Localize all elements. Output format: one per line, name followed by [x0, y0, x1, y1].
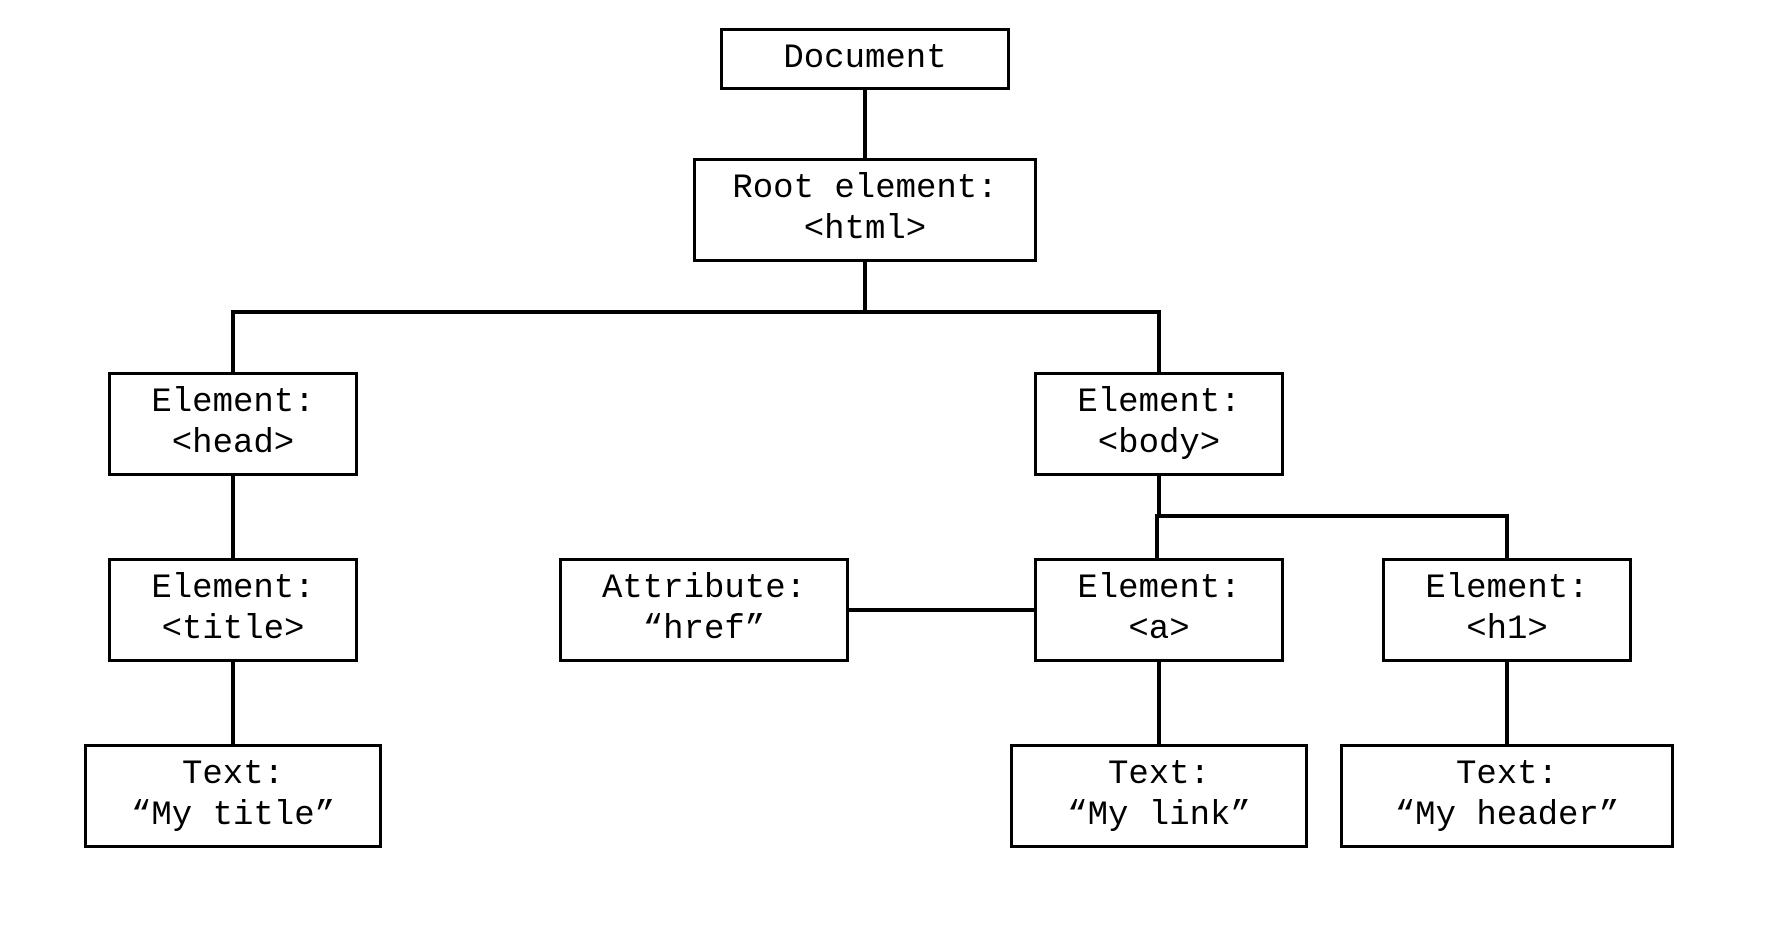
node-text-link-label-1: Text:	[1108, 755, 1210, 796]
node-root-label-1: Root element:	[732, 169, 997, 210]
node-body: Element: <body>	[1034, 372, 1284, 476]
connector	[1155, 514, 1159, 558]
node-h1-label-2: <h1>	[1466, 610, 1548, 651]
node-text-my-title: Text: “My title”	[84, 744, 382, 848]
node-h1: Element: <h1>	[1382, 558, 1632, 662]
node-a-label-2: <a>	[1128, 610, 1189, 651]
node-head: Element: <head>	[108, 372, 358, 476]
connector	[1505, 662, 1509, 744]
node-text-my-header: Text: “My header”	[1340, 744, 1674, 848]
node-text-title-label-2: “My title”	[131, 796, 335, 837]
node-root-html: Root element: <html>	[693, 158, 1037, 262]
node-a: Element: <a>	[1034, 558, 1284, 662]
node-document: Document	[720, 28, 1010, 90]
connector	[863, 90, 867, 158]
node-h1-label-1: Element:	[1425, 569, 1588, 610]
connector	[231, 476, 235, 558]
connector	[849, 608, 1034, 612]
node-attr-label-1: Attribute:	[602, 569, 806, 610]
connector	[1505, 514, 1509, 558]
node-body-label-1: Element:	[1077, 383, 1240, 424]
node-head-label-1: Element:	[151, 383, 314, 424]
connector	[1157, 662, 1161, 744]
node-title-label-2: <title>	[162, 610, 305, 651]
connector	[231, 662, 235, 744]
connector	[1157, 310, 1161, 372]
connector	[231, 310, 235, 372]
node-root-label-2: <html>	[804, 210, 926, 251]
node-text-link-label-2: “My link”	[1067, 796, 1251, 837]
connector	[863, 262, 867, 312]
connector	[1155, 514, 1509, 518]
node-text-header-label-1: Text:	[1456, 755, 1558, 796]
node-attr-label-2: “href”	[643, 610, 765, 651]
node-body-label-2: <body>	[1098, 424, 1220, 465]
connector	[1157, 476, 1161, 516]
node-document-label: Document	[783, 39, 946, 80]
node-a-label-1: Element:	[1077, 569, 1240, 610]
node-attribute-href: Attribute: “href”	[559, 558, 849, 662]
node-title: Element: <title>	[108, 558, 358, 662]
node-text-title-label-1: Text:	[182, 755, 284, 796]
node-text-my-link: Text: “My link”	[1010, 744, 1308, 848]
dom-tree-diagram: Document Root element: <html> Element: <…	[0, 0, 1770, 946]
connector	[231, 310, 1161, 314]
node-head-label-2: <head>	[172, 424, 294, 465]
node-title-label-1: Element:	[151, 569, 314, 610]
node-text-header-label-2: “My header”	[1395, 796, 1619, 837]
